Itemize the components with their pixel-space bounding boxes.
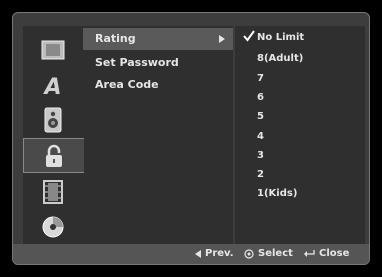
return-icon <box>303 249 315 259</box>
select-hint[interactable]: Select <box>244 247 293 261</box>
option-7[interactable]: 7 <box>235 69 365 89</box>
enter-icon <box>244 249 254 259</box>
menu-item-area-code[interactable]: Area Code <box>83 74 233 96</box>
option-no-limit[interactable]: No Limit <box>235 28 365 48</box>
category-sidebar: A <box>23 26 84 246</box>
disc-icon[interactable] <box>23 32 83 67</box>
setup-menu-window: A Rating Set Password Area Code No Limit… <box>12 12 370 265</box>
chevron-right-icon <box>219 35 225 43</box>
option-label: 5 <box>257 111 264 122</box>
option-label: 7 <box>257 73 264 84</box>
language-icon[interactable]: A <box>23 67 83 102</box>
option-2[interactable]: 2 <box>235 165 365 185</box>
select-label: Select <box>258 248 293 259</box>
menu-item-label: Rating <box>95 32 136 45</box>
prev-label: Prev. <box>205 248 234 259</box>
checkmark-icon <box>243 30 255 42</box>
option-3[interactable]: 3 <box>235 146 365 166</box>
option-label: No Limit <box>257 32 305 43</box>
lock-icon[interactable] <box>23 138 84 173</box>
dvd-icon[interactable] <box>23 209 83 244</box>
menu-item-label: Area Code <box>95 78 159 91</box>
close-label: Close <box>319 248 350 259</box>
speaker-icon[interactable] <box>23 102 83 137</box>
option-label: 1(Kids) <box>257 188 298 199</box>
option-label: 2 <box>257 169 264 180</box>
close-hint[interactable]: Close <box>303 247 349 261</box>
menu-item-label: Set Password <box>95 56 179 69</box>
menu-item-set-password[interactable]: Set Password <box>83 52 233 74</box>
footer-hints: Prev. Select Close <box>13 244 369 264</box>
option-label: 6 <box>257 92 264 103</box>
rating-options: No Limit 8(Adult) 7 6 5 4 3 2 1(Kids) <box>235 26 365 246</box>
left-arrow-icon <box>195 250 201 258</box>
option-8-adult[interactable]: 8(Adult) <box>235 49 365 69</box>
option-label: 4 <box>257 131 264 142</box>
settings-menu: Rating Set Password Area Code <box>83 26 233 246</box>
option-5[interactable]: 5 <box>235 107 365 127</box>
option-4[interactable]: 4 <box>235 127 365 147</box>
option-label: 3 <box>257 150 264 161</box>
option-label: 8(Adult) <box>257 53 304 64</box>
prev-hint[interactable]: Prev. <box>195 247 234 261</box>
menu-item-rating[interactable]: Rating <box>83 28 233 50</box>
option-1-kids[interactable]: 1(Kids) <box>235 184 365 204</box>
svg-text:A: A <box>42 75 61 97</box>
film-icon[interactable] <box>23 174 83 209</box>
option-6[interactable]: 6 <box>235 88 365 108</box>
